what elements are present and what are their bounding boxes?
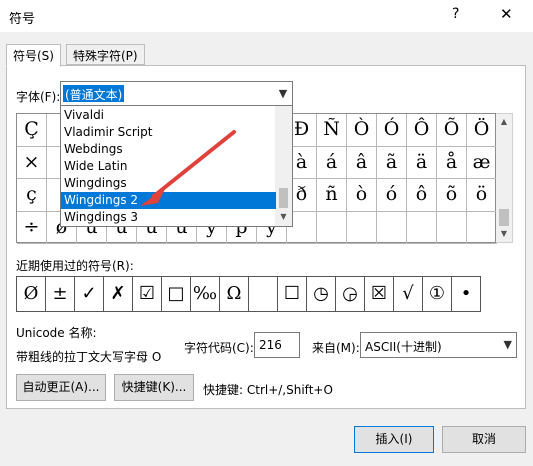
close-button[interactable]: ✕ (500, 5, 513, 23)
help-button[interactable]: ? (452, 6, 459, 22)
title-bar: 符号 ? ✕ (0, 0, 533, 32)
annotation-arrow-head (140, 187, 166, 206)
annotation-arrow-shaft (152, 130, 236, 198)
symbol-dialog: 符号(S) 特殊字符(P) 字体(F): (普通文本) ▼ Ç Ð Ñ Ò Ó Ô Õ Ö × à… (0, 32, 533, 466)
annotation-arrow (140, 130, 236, 206)
window-title: 符号 (9, 12, 36, 27)
